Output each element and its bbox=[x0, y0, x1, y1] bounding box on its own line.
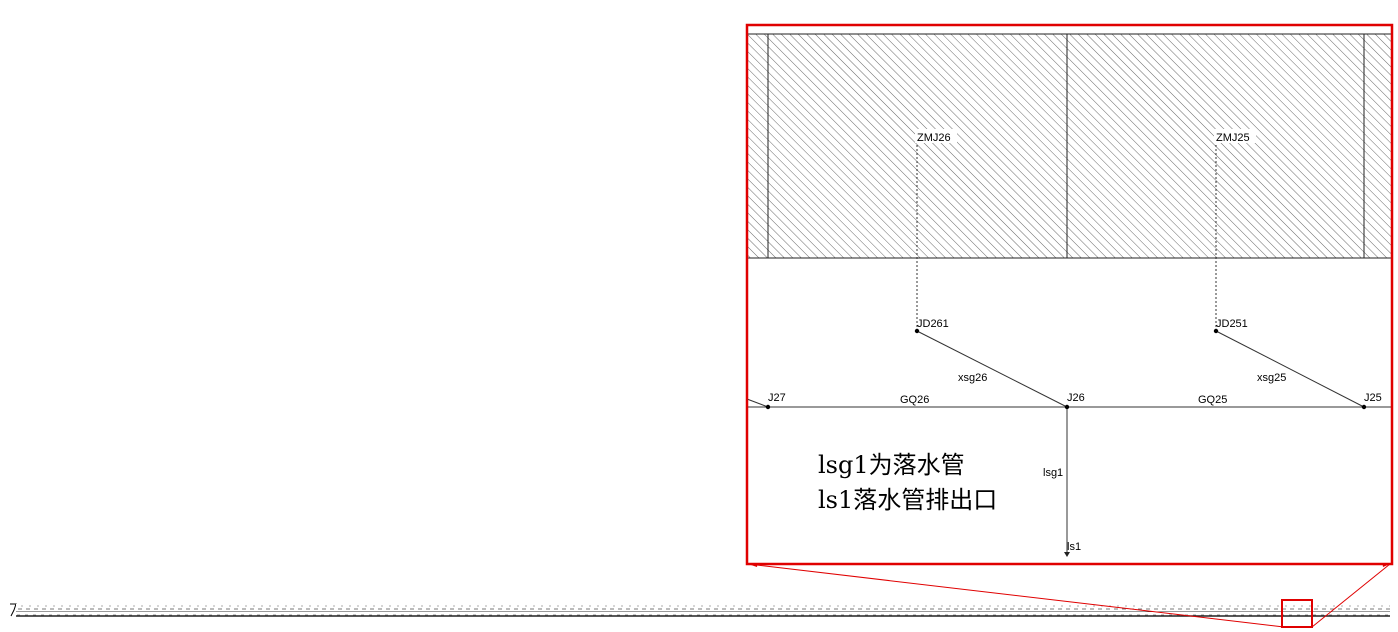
label-jd251: JD251 bbox=[1216, 318, 1248, 330]
label-lsg1: lsg1 bbox=[1043, 467, 1063, 479]
zoom-detail-panel: ZMJ26 ZMJ25 JD261 JD251 xsg26 xsg25 J27 … bbox=[745, 23, 1394, 566]
overview-map-strip[interactable] bbox=[16, 604, 1390, 616]
label-j25: J25 bbox=[1364, 392, 1382, 404]
note-line-1: lsg1为落水管 bbox=[818, 451, 965, 479]
label-j27: J27 bbox=[768, 392, 786, 404]
note-line-2: ls1落水管排出口 bbox=[818, 486, 997, 514]
node-j26 bbox=[1064, 404, 1070, 410]
node-j25 bbox=[1361, 404, 1367, 410]
label-gq25: GQ25 bbox=[1198, 394, 1227, 406]
label-ls1: ls1 bbox=[1067, 541, 1081, 553]
label-xsg25: xsg25 bbox=[1257, 372, 1286, 384]
label-zmj26: ZMJ26 bbox=[917, 132, 951, 144]
label-gq26: GQ26 bbox=[900, 394, 929, 406]
node-j27 bbox=[765, 404, 771, 410]
strip-corner-mark bbox=[10, 603, 17, 617]
label-j26: J26 bbox=[1067, 392, 1085, 404]
building-hatch-area bbox=[747, 34, 1392, 258]
zoom-connector-left bbox=[747, 563, 1285, 628]
zoom-connector-right bbox=[1311, 563, 1391, 628]
label-xsg26: xsg26 bbox=[958, 372, 987, 384]
overview-strip bbox=[10, 599, 1390, 628]
label-jd261: JD261 bbox=[917, 318, 949, 330]
drainage-diagram: ZMJ26 ZMJ25 JD261 JD251 xsg26 xsg25 J27 … bbox=[10, 23, 1394, 628]
label-zmj25: ZMJ25 bbox=[1216, 132, 1250, 144]
